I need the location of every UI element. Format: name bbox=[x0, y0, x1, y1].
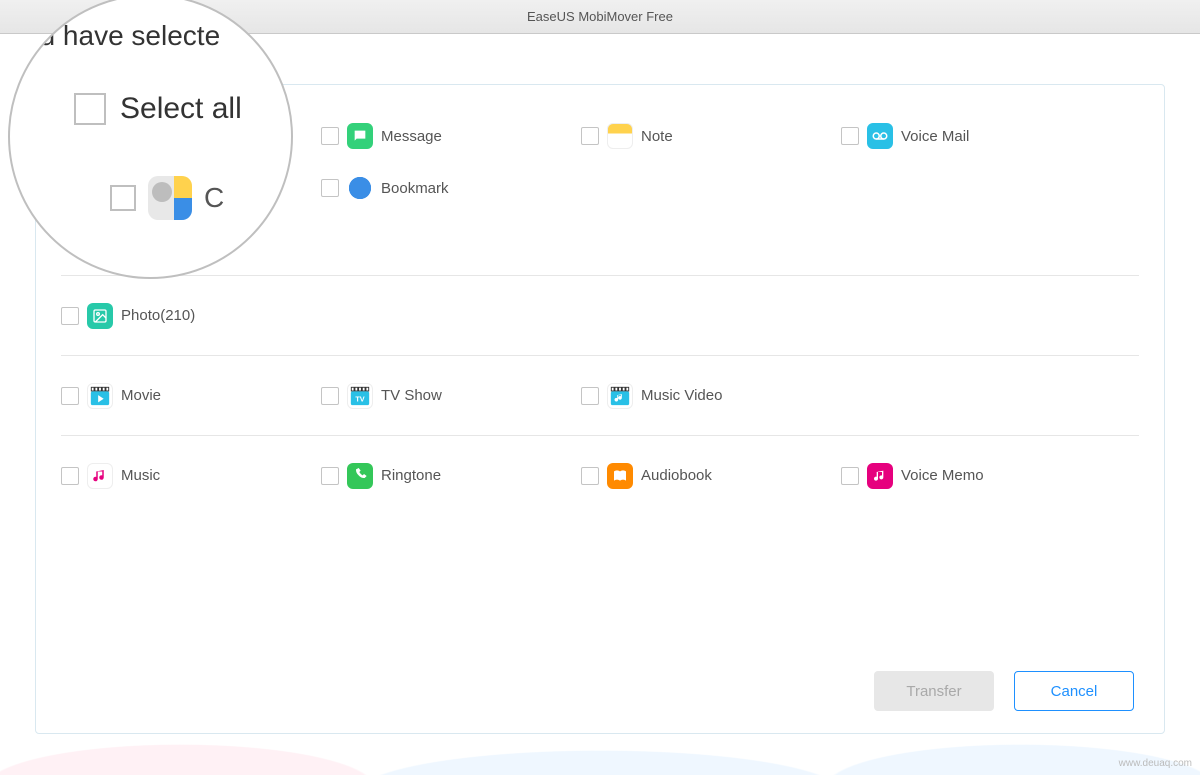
item-message: Message bbox=[321, 123, 571, 149]
label-movie: Movie bbox=[121, 387, 161, 404]
tvshow-icon: TV bbox=[347, 383, 373, 409]
item-tvshow: TV TV Show bbox=[321, 383, 571, 409]
label-bookmark: Bookmark bbox=[381, 180, 449, 197]
window-title: EaseUS MobiMover Free bbox=[527, 9, 673, 24]
label-voicememo: Voice Memo bbox=[901, 467, 984, 484]
item-photo: Photo(210) bbox=[61, 303, 311, 329]
label-music: Music bbox=[121, 467, 160, 484]
movie-icon bbox=[87, 383, 113, 409]
checkbox-voicememo[interactable] bbox=[841, 467, 859, 485]
row-photo: Photo(210) bbox=[61, 275, 1139, 355]
audiobook-icon bbox=[607, 463, 633, 489]
watermark-text: www.deuaq.com bbox=[1119, 758, 1192, 769]
photo-icon bbox=[87, 303, 113, 329]
note-icon bbox=[607, 123, 633, 149]
music-icon bbox=[87, 463, 113, 489]
item-audiobook: Audiobook bbox=[581, 463, 831, 489]
checkbox-photo[interactable] bbox=[61, 307, 79, 325]
row-video: Movie TV TV Show Music Video bbox=[61, 355, 1139, 435]
label-message: Message bbox=[381, 128, 442, 145]
button-bar: Transfer Cancel bbox=[874, 671, 1134, 711]
checkbox-audiobook[interactable] bbox=[581, 467, 599, 485]
item-bookmark: Bookmark bbox=[321, 175, 571, 201]
message-icon bbox=[347, 123, 373, 149]
transfer-button[interactable]: Transfer bbox=[874, 671, 994, 711]
label-tvshow: TV Show bbox=[381, 387, 442, 404]
musicvideo-icon bbox=[607, 383, 633, 409]
item-music: Music bbox=[61, 463, 311, 489]
checkbox-movie[interactable] bbox=[61, 387, 79, 405]
label-photo: Photo(210) bbox=[121, 307, 195, 324]
item-ringtone: Ringtone bbox=[321, 463, 571, 489]
svg-text:TV: TV bbox=[355, 394, 364, 403]
checkbox-bookmark[interactable] bbox=[321, 179, 339, 197]
label-musicvid: Music Video bbox=[641, 387, 722, 404]
magnifier-callout: ou have selecte Select all C bbox=[8, 0, 293, 279]
cancel-button[interactable]: Cancel bbox=[1014, 671, 1134, 711]
contact-icon bbox=[148, 176, 192, 220]
checkbox-tvshow[interactable] bbox=[321, 387, 339, 405]
label-audiobook: Audiobook bbox=[641, 467, 712, 484]
label-ringtone: Ringtone bbox=[381, 467, 441, 484]
label-voicemail: Voice Mail bbox=[901, 128, 969, 145]
item-note: Note bbox=[581, 123, 831, 149]
item-voicememo: Voice Memo bbox=[841, 463, 1091, 489]
checkbox-voicemail[interactable] bbox=[841, 127, 859, 145]
select-all-checkbox[interactable] bbox=[74, 93, 106, 125]
select-all-label: Select all bbox=[120, 92, 242, 126]
item-musicvid: Music Video bbox=[581, 383, 831, 409]
magnifier-contact-row: C bbox=[10, 126, 291, 220]
row-audio: Music Ringtone Audiobook Voice Memo bbox=[61, 435, 1139, 515]
item-voicemail: Voice Mail bbox=[841, 123, 1091, 149]
checkbox-music[interactable] bbox=[61, 467, 79, 485]
checkbox-note[interactable] bbox=[581, 127, 599, 145]
item-movie: Movie bbox=[61, 383, 311, 409]
checkbox-ringtone[interactable] bbox=[321, 467, 339, 485]
checkbox-musicvid[interactable] bbox=[581, 387, 599, 405]
checkbox-contact[interactable] bbox=[110, 185, 136, 211]
bookmark-icon bbox=[347, 175, 373, 201]
ringtone-icon bbox=[347, 463, 373, 489]
magnifier-select-all-row: Select all bbox=[10, 52, 291, 126]
label-note: Note bbox=[641, 128, 673, 145]
voicememo-icon bbox=[867, 463, 893, 489]
label-contact-partial: C bbox=[204, 182, 224, 214]
checkbox-message[interactable] bbox=[321, 127, 339, 145]
voicemail-icon bbox=[867, 123, 893, 149]
